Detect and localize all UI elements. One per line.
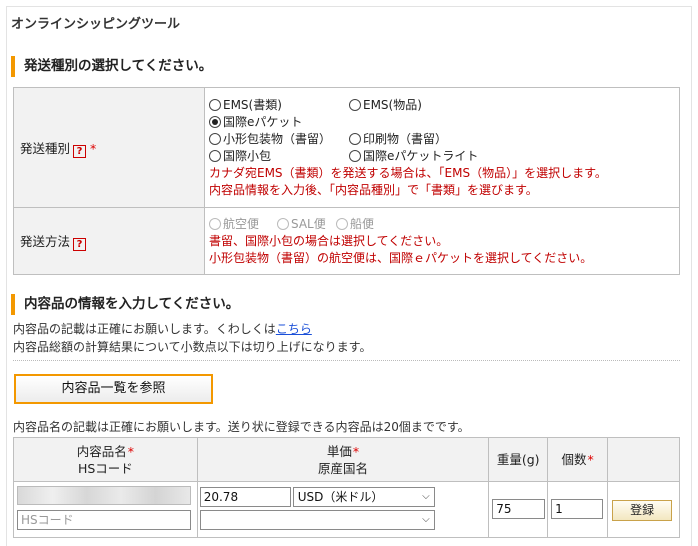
contents-info-line2: 内容品総額の計算結果について小数点以下は切り上げになります。 [13, 340, 372, 354]
shipping-method-label-cell: 発送方法? [13, 207, 205, 275]
column-header-action [607, 437, 680, 482]
origin-country-select[interactable]: ⌵ [199, 510, 435, 530]
radio-intl-parcel[interactable]: 国際小包 [209, 148, 271, 165]
cell-action: 登録 [607, 481, 680, 538]
shipping-method-options: 航空便 SAL便 船便 書留、国際小包の場合は選択してください。 小形包装物（書… [204, 207, 680, 275]
method-note-registered: 書留、国際小包の場合は選択してください。 [209, 233, 449, 248]
details-link[interactable]: こちら [276, 322, 312, 336]
radio-circle-icon [209, 150, 221, 162]
help-icon[interactable]: ? [73, 238, 87, 251]
radio-sal-mail[interactable]: SAL便 [277, 216, 326, 233]
currency-select[interactable]: USD（米ドル） ⌵ [292, 487, 435, 507]
shipping-type-label: 発送種別 [20, 140, 71, 156]
radio-circle-icon [209, 133, 221, 145]
radio-circle-icon [336, 218, 348, 230]
content-type-note: 内容品情報を入力後、「内容品種別」で「書類」を選びます。 [209, 182, 538, 197]
help-icon[interactable]: ? [73, 144, 87, 158]
cell-weight: 75 [488, 481, 549, 538]
section-heading-contents: 内容品の情報を入力してください。 [11, 294, 239, 315]
radio-intl-epacket-light[interactable]: 国際eパケットライト [349, 148, 478, 165]
shipping-type-options: EMS(書類) EMS(物品) 国際eパケット 小形包装物（書留） 印刷物（書留… [204, 87, 680, 208]
shipping-type-form: 発送種別? * EMS(書類) EMS(物品) 国際eパケット 小形包装物（書留）… [13, 87, 680, 275]
shipping-method-label: 発送方法 [20, 234, 71, 249]
register-button[interactable]: 登録 [612, 500, 673, 521]
radio-air-mail[interactable]: 航空便 [209, 216, 259, 233]
radio-selected-icon [209, 116, 221, 128]
radio-circle-icon [277, 218, 289, 230]
column-header-price: 単価* 原産国名 [196, 437, 490, 482]
radio-circle-icon [349, 133, 361, 145]
table-row: HSコード 20.78 USD（米ドル） ⌵ ⌵ 75 1 登録 [13, 481, 680, 538]
contents-info-line1: 内容品の記載は正確にお願いします。くわしくはこちら [13, 322, 312, 336]
radio-intl-epacket[interactable]: 国際eパケット [209, 114, 302, 131]
contents-limit-note: 内容品名の記載は正確にお願いします。送り状に登録できる内容品は20個までです。 [13, 420, 470, 434]
radio-ems-goods[interactable]: EMS(物品) [349, 97, 422, 114]
radio-circle-icon [209, 218, 221, 230]
section-heading-shipping-type: 発送種別の選択してください。 [11, 56, 212, 77]
required-mark: * [90, 140, 97, 156]
chevron-down-icon: ⌵ [422, 491, 430, 502]
radio-sea-mail[interactable]: 船便 [336, 216, 374, 233]
shipping-type-label-cell: 発送種別? * [13, 87, 205, 208]
unit-price-input[interactable]: 20.78 [199, 487, 291, 507]
cell-price-origin: 20.78 USD（米ドル） ⌵ ⌵ [196, 481, 490, 538]
radio-circle-icon [349, 99, 361, 111]
contents-items-table: 内容品名* HSコード 単価* 原産国名 重量(g) 個数* HSコード 20.… [13, 437, 680, 538]
browse-contents-button[interactable]: 内容品一覧を参照 [14, 374, 213, 404]
cell-quantity: 1 [547, 481, 609, 538]
radio-printed-matter-registered[interactable]: 印刷物（書留） [349, 131, 447, 148]
item-name-input-redacted[interactable] [17, 486, 191, 505]
hs-code-input[interactable]: HSコード [17, 510, 191, 530]
app-title: オンラインシッピングツール [11, 17, 181, 32]
radio-circle-icon [349, 150, 361, 162]
radio-circle-icon [209, 99, 221, 111]
weight-input[interactable]: 75 [492, 499, 546, 519]
radio-small-packet-registered[interactable]: 小形包装物（書留） [209, 131, 331, 148]
chevron-down-icon: ⌵ [422, 514, 430, 525]
cell-name-hs: HSコード [13, 481, 198, 538]
method-note-small-packet: 小形包装物（書留）の航空便は、国際ｅパケットを選択してください。 [209, 250, 593, 265]
canada-ems-note: カナダ宛EMS（書類）を発送する場合は、「EMS（物品）」を選択します。 [209, 165, 607, 180]
column-header-name: 内容品名* HSコード [13, 437, 198, 482]
quantity-input[interactable]: 1 [551, 499, 604, 519]
divider [13, 360, 680, 361]
column-header-weight: 重量(g) [488, 437, 549, 482]
column-header-quantity: 個数* [547, 437, 609, 482]
radio-ems-documents[interactable]: EMS(書類) [209, 97, 282, 114]
